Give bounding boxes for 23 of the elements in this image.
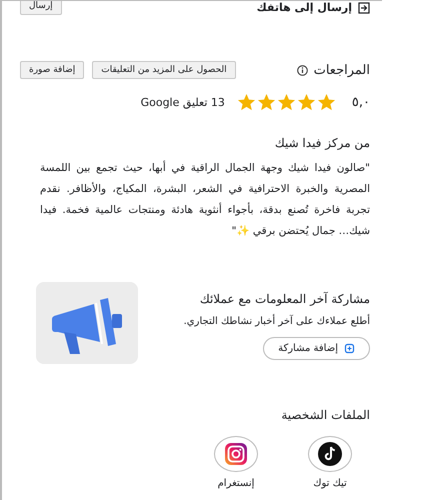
- post-card-title: مشاركة آخر المعلومات مع عملائك: [198, 292, 370, 306]
- profiles-heading: الملفات الشخصية: [280, 408, 370, 422]
- add-post-icon: [344, 343, 355, 354]
- camera-icon: [224, 442, 248, 466]
- add-post-button[interactable]: إضافة مشاركة: [263, 337, 370, 360]
- note-icon: [318, 442, 342, 466]
- rating-value: ٥,٠: [352, 95, 370, 110]
- description-heading: من مركز فيدا شيك: [274, 136, 370, 150]
- review-action-button[interactable]: إضافة صورة: [20, 61, 84, 79]
- review-count[interactable]: 13 تعليق Google: [140, 96, 225, 109]
- info-icon[interactable]: [296, 64, 308, 76]
- star-icon: [296, 93, 316, 112]
- send-to-phone-label: إرسال إلى هاتفك: [256, 1, 352, 14]
- post-card-text: أطلع عملاءك على آخر أخبار نشاطك التجاري.: [182, 316, 370, 327]
- star-icon: [256, 93, 276, 112]
- star-icon: [276, 93, 296, 112]
- send-button[interactable]: إرسال: [20, 0, 62, 15]
- star-icon: [236, 93, 256, 112]
- reviews-heading: المراجعات: [314, 62, 370, 78]
- send-to-device-icon: [358, 2, 370, 14]
- review-action-button[interactable]: الحصول على المزيد من التعليقات: [92, 61, 236, 79]
- star-icon: [316, 93, 336, 112]
- description-text: "صالون فيدا شيك وجهة الجمال الراقية في أبها، حيث تجمع بين اللمسة المصرية والخبرة الاحترافية في الشعر، البشرة، المكياج، والأظافر. نقدم تجربة فاخرة تُصنع بدقة، بأجواء أنثوية هادئة ومنتجات عالمية فخمة. فيدا شيك… جمال يُحتضن برقي ✨": [39, 160, 370, 239]
